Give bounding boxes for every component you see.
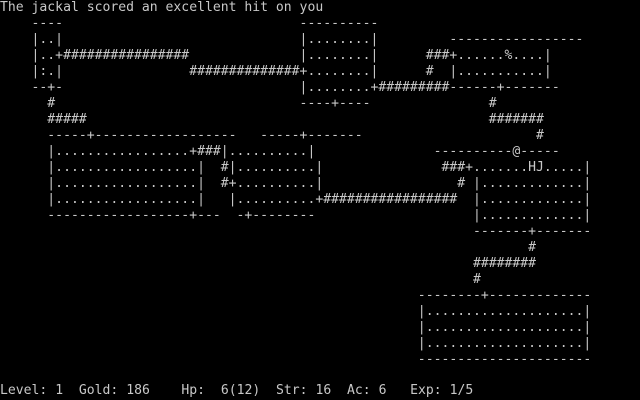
game-screen: The jackal scored an excellent hit on yo… (0, 0, 640, 400)
map-row: |..+################ |........| ###+....… (0, 48, 592, 63)
ac-value: 6 (378, 383, 387, 398)
map-row: |:.| ##############+........| # |.......… (0, 64, 592, 79)
map-row: |....................| (0, 304, 592, 319)
map-row: |....................| (0, 320, 592, 335)
map-row: -------+------- (0, 224, 592, 239)
map-row: |..................| |..........+#######… (0, 192, 592, 207)
level-label: Level: (0, 383, 48, 398)
map-row: -----+------------------ -----+------- # (0, 128, 592, 143)
dungeon-map: ---- ---------- |..| |........| --------… (0, 16, 640, 368)
map-row: --+- |........+#########------+------- (0, 80, 592, 95)
map-row: ######## (0, 256, 592, 271)
map-row: # ----+---- # (0, 96, 584, 111)
str-value: 16 (315, 383, 332, 398)
map-row: # (0, 272, 592, 287)
level-value: 1 (55, 383, 64, 398)
map-row: ---------------------- (0, 352, 592, 367)
map-row: |..| |........| ----------------- (0, 32, 592, 47)
exp-value: 1/5 (449, 383, 474, 398)
map-row: |.................+###|..........| -----… (0, 144, 584, 159)
gold-label: Gold: (78, 383, 119, 398)
message-line: The jackal scored an excellent hit on yo… (0, 0, 324, 15)
status-bar: Level: 1 Gold: 186 Hp: 6(12) Str: 16 Ac:… (0, 383, 473, 399)
map-row: --------+------------- (0, 288, 592, 303)
map-row: |..................| #|..........| ###+.… (0, 160, 592, 175)
gold-value: 186 (126, 383, 150, 398)
exp-label: Exp: (410, 383, 442, 398)
map-row: # (0, 240, 592, 255)
map-row: ------------------+--- -+-------- |.....… (0, 208, 592, 223)
map-row: |..................| #+..........| # |..… (0, 176, 592, 191)
str-label: Str: (276, 383, 308, 398)
hp-value: 6(12) (220, 383, 261, 398)
map-row: ---- ---------- (0, 16, 592, 31)
hp-label: Hp: (181, 383, 206, 398)
map-row: |....................| (0, 336, 592, 351)
ac-label: Ac: (347, 383, 371, 398)
map-row: ##### ####### (0, 112, 592, 127)
